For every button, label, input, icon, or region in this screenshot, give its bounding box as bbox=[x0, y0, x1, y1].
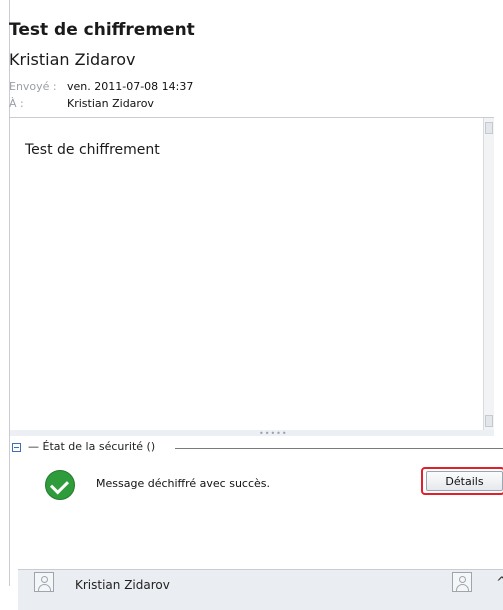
security-status-message: Message déchiffré avec succès. bbox=[96, 477, 271, 490]
scroll-up-arrow[interactable] bbox=[485, 122, 493, 134]
message-sender[interactable]: Kristian Zidarov bbox=[9, 50, 135, 69]
people-pane: Kristian Zidarov ^ bbox=[18, 569, 503, 610]
message-body[interactable]: Test de chiffrement bbox=[10, 117, 494, 432]
scroll-down-arrow[interactable] bbox=[485, 415, 493, 427]
splitter-grip-icon: ••••• bbox=[259, 429, 288, 438]
chevron-up-icon[interactable]: ^ bbox=[496, 575, 503, 591]
to-label: À : bbox=[9, 97, 24, 110]
people-pane-contact-name[interactable]: Kristian Zidarov bbox=[75, 578, 170, 592]
collapse-toggle-icon[interactable] bbox=[12, 443, 21, 452]
body-text: Test de chiffrement bbox=[25, 142, 160, 158]
security-status-title: — État de la sécurité () bbox=[28, 440, 156, 453]
contact-avatar-icon[interactable] bbox=[34, 572, 54, 592]
security-divider bbox=[175, 448, 503, 449]
sent-label: Envoyé : bbox=[9, 80, 57, 93]
message-subject: Test de chiffrement bbox=[9, 20, 195, 40]
secondary-avatar-icon[interactable] bbox=[452, 572, 472, 592]
details-button[interactable]: Détails bbox=[426, 471, 503, 491]
vertical-scrollbar[interactable] bbox=[483, 118, 494, 431]
to-recipient[interactable]: Kristian Zidarov bbox=[67, 97, 154, 110]
checkmark-icon bbox=[45, 470, 75, 500]
pane-splitter[interactable]: ••••• bbox=[10, 429, 494, 438]
sent-value: ven. 2011-07-08 14:37 bbox=[67, 80, 194, 93]
